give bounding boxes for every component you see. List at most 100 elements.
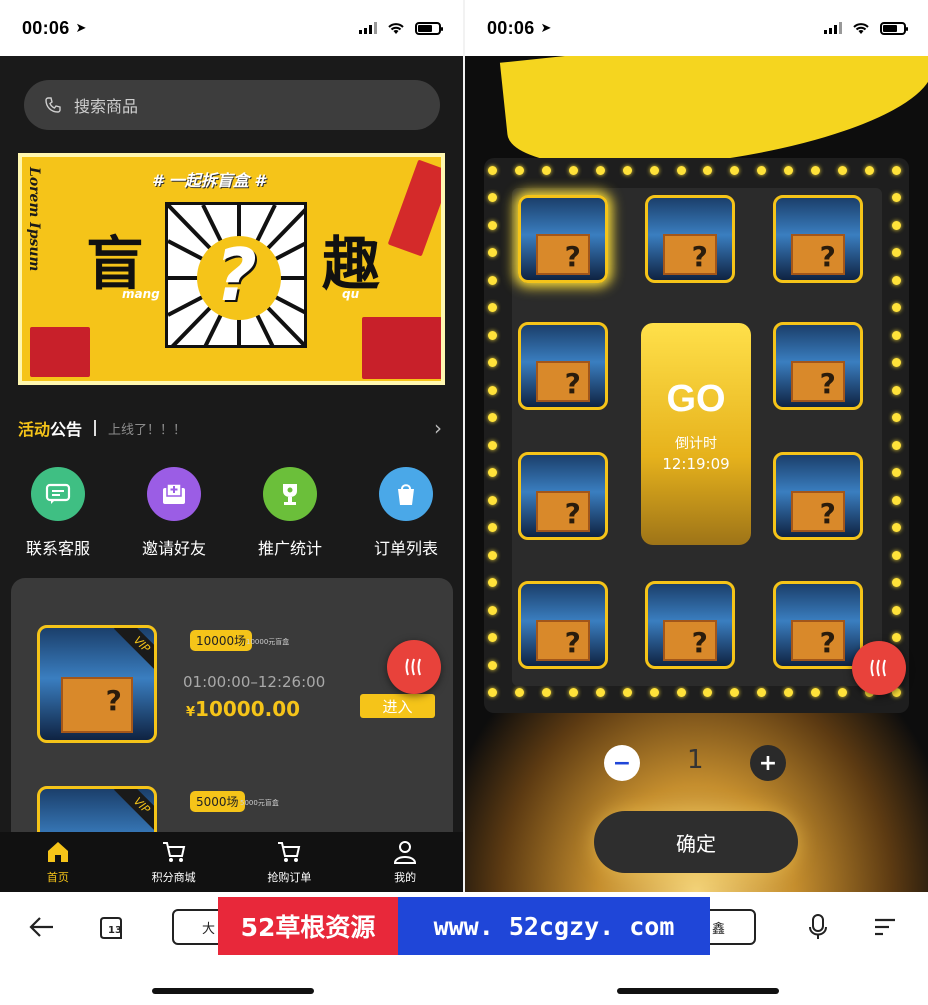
- gift-box-right: [362, 317, 441, 379]
- location-arrow-icon: ➤: [75, 20, 87, 36]
- status-bar: 00:06 ➤: [0, 0, 463, 56]
- menu-invite-friends[interactable]: 邀请好友: [124, 467, 224, 559]
- session-tag: 10000场: [190, 630, 253, 651]
- menu-order-list[interactable]: 订单列表: [356, 467, 456, 559]
- trophy-icon: [263, 467, 317, 521]
- confirm-button[interactable]: 确定: [594, 811, 798, 873]
- gift-box-left: [30, 327, 90, 377]
- mystery-crate-icon: [791, 361, 845, 403]
- cart-icon: [278, 842, 301, 862]
- mystery-box-cell[interactable]: [645, 581, 735, 669]
- mystery-box-cell[interactable]: [645, 195, 735, 283]
- battery-icon: [415, 21, 443, 35]
- light-bulb: [892, 633, 901, 643]
- banner-side-text: Lorem Ipsum: [26, 167, 42, 272]
- mystery-crate-icon: [536, 234, 590, 276]
- tab-label: 我的: [394, 871, 417, 884]
- tab-flash-orders[interactable]: 抢购订单: [232, 832, 348, 892]
- menu-promotion-stats[interactable]: 推广统计: [240, 467, 340, 559]
- light-bulb: [488, 660, 497, 670]
- session-tag-note: 10000元盲盒: [246, 638, 290, 646]
- mystery-box-cell[interactable]: [773, 195, 863, 283]
- mystery-crate-icon: [536, 361, 590, 403]
- light-bulb: [488, 495, 497, 505]
- enter-button[interactable]: 进入: [360, 694, 435, 718]
- mystery-box-cell[interactable]: [773, 452, 863, 540]
- light-bulb: [676, 688, 686, 697]
- light-bulb: [488, 605, 497, 615]
- vip-badge: VIP: [113, 628, 154, 673]
- bag-icon: [379, 467, 433, 521]
- status-bar: 00:06 ➤: [465, 0, 928, 56]
- go-label: GO: [666, 378, 726, 420]
- search-bar[interactable]: 搜索商品: [24, 80, 440, 130]
- menu-lines-icon[interactable]: [872, 914, 898, 940]
- notice-message: 上线了！！！: [108, 422, 187, 438]
- wave-lines-icon: [405, 658, 421, 676]
- light-bulb: [568, 688, 578, 697]
- announcement-bar[interactable]: 活动 公告 上线了！！！ ›: [18, 414, 442, 442]
- light-bulb: [488, 220, 497, 230]
- notice-title-yellow: 活动: [18, 420, 51, 439]
- url-text-left: 大: [202, 921, 216, 937]
- bottom-tab-bar: 首页 积分商城 抢购订单 我的: [0, 832, 463, 892]
- wifi-icon: [853, 22, 869, 34]
- light-bulb: [595, 166, 605, 175]
- tab-mine[interactable]: 我的: [347, 832, 463, 892]
- search-phone-icon: [45, 97, 61, 113]
- mystery-box-cell[interactable]: [773, 322, 863, 410]
- mystery-crate-icon: [663, 234, 717, 276]
- tabs-button[interactable]: 13: [96, 912, 126, 942]
- notice-title-white: 公告: [50, 420, 83, 439]
- menu-customer-service[interactable]: 联系客服: [8, 467, 108, 559]
- light-bulb: [488, 440, 497, 450]
- url-text-right: 鑫: [712, 921, 726, 937]
- floating-action-button[interactable]: [852, 641, 906, 695]
- tab-home[interactable]: 首页: [0, 832, 116, 892]
- watermark-url: www. 52cgzy. com: [398, 897, 710, 955]
- chat-icon: [31, 467, 85, 521]
- chevron-right-icon[interactable]: ›: [434, 416, 442, 440]
- mystery-box-cell[interactable]: [773, 581, 863, 669]
- microphone-icon[interactable]: [806, 912, 830, 942]
- mystery-box-thumbnail[interactable]: VIP: [37, 625, 157, 743]
- signal-icon: [359, 22, 377, 34]
- quantity-value: 1: [687, 745, 704, 775]
- search-placeholder: 搜索商品: [74, 97, 139, 116]
- back-arrow-icon[interactable]: [28, 912, 56, 942]
- menu-label: 邀请好友: [141, 539, 206, 558]
- countdown-label: 倒计时: [675, 436, 717, 452]
- banner-question-mark: ?: [215, 233, 257, 317]
- mystery-box-cell[interactable]: [518, 322, 608, 410]
- mystery-box-cell[interactable]: [518, 452, 608, 540]
- light-bulb: [514, 688, 524, 697]
- mystery-crate-icon: [791, 234, 845, 276]
- go-button[interactable]: GO 倒计时 12:19:09: [641, 323, 751, 545]
- light-bulb: [649, 166, 659, 175]
- battery-icon: [880, 21, 908, 35]
- invite-mail-icon: [147, 467, 201, 521]
- banner-question-box: ?: [165, 202, 307, 348]
- home-indicator-right: [617, 988, 779, 994]
- tab-label: 抢购订单: [267, 871, 312, 884]
- mystery-box-cell[interactable]: [518, 195, 608, 283]
- session-price: ¥10000.00: [186, 697, 300, 721]
- tab-points-mall[interactable]: 积分商城: [116, 832, 232, 892]
- mystery-box-cell[interactable]: [518, 581, 608, 669]
- tab-label: 首页: [46, 871, 69, 884]
- light-bulb: [488, 688, 497, 697]
- light-bulb: [676, 166, 686, 175]
- countdown-value: 12:19:09: [662, 455, 730, 473]
- promo-banner[interactable]: Lorem Ipsum # 一起拆盲盒 # 盲 mang ? 趣 qu: [18, 153, 445, 385]
- watermark-brand: 52草根资源: [218, 897, 398, 955]
- light-bulb: [892, 605, 901, 615]
- quantity-plus-button[interactable]: +: [750, 745, 786, 781]
- quantity-minus-button[interactable]: −: [604, 745, 640, 781]
- floating-action-button[interactable]: [387, 640, 441, 694]
- user-icon: [394, 841, 417, 864]
- session-tag: 5000场: [190, 791, 245, 812]
- light-bulb: [488, 385, 497, 395]
- mystery-crate-icon: [60, 677, 134, 734]
- signal-icon: [824, 22, 842, 34]
- mystery-crate-icon: [663, 620, 717, 662]
